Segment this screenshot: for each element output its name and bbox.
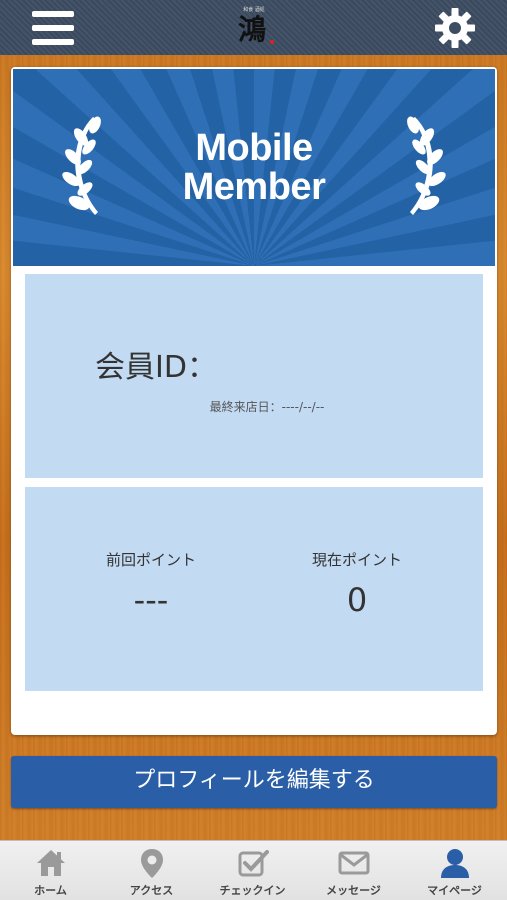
tab-checkin-label: チェックイン	[219, 884, 286, 897]
previous-points-value: ---	[133, 581, 169, 619]
map-pin-icon	[141, 849, 163, 878]
laurel-right-icon	[407, 116, 446, 215]
tab-home[interactable]: ホーム	[0, 841, 101, 900]
edit-profile-button[interactable]: プロフィールを編集する	[11, 756, 497, 808]
previous-points-label: 前回ポイント	[105, 551, 196, 569]
logo-main-text: 鴻	[238, 13, 267, 46]
hamburger-menu-icon[interactable]	[32, 11, 74, 45]
points-panel: 前回ポイント --- 現在ポイント 0	[25, 487, 483, 691]
home-icon	[37, 850, 65, 876]
tab-checkin[interactable]: チェックイン	[202, 841, 303, 900]
gear-icon[interactable]	[434, 7, 476, 49]
current-points: 現在ポイント 0	[257, 549, 457, 619]
tab-access[interactable]: アクセス	[101, 841, 202, 900]
user-icon	[441, 849, 469, 878]
tab-message-label: メッセージ	[326, 884, 381, 897]
tab-mypage[interactable]: マイページ	[404, 841, 505, 900]
app-header: 和食 酒処 鴻	[0, 0, 507, 55]
tab-access-label: アクセス	[129, 884, 174, 897]
tab-mypage-label: マイページ	[427, 884, 482, 897]
bottom-tab-bar: ホーム アクセス チェックイン メッセージ マイページ	[0, 840, 507, 900]
logo-seal-dot	[270, 40, 274, 44]
previous-points: 前回ポイント ---	[51, 549, 251, 619]
member-id-panel: 会員ID： 最終来店日：----/--/--	[25, 274, 483, 478]
checkin-icon	[238, 850, 269, 877]
current-points-value: 0	[346, 581, 368, 619]
tab-home-label: ホーム	[34, 884, 67, 897]
envelope-icon	[338, 851, 370, 875]
mobile-member-banner: Mobile Member	[13, 69, 495, 266]
member-card: Mobile Member 会員ID： 最終来店日：----/--/-- 前回ポ…	[11, 67, 497, 735]
current-points-label: 現在ポイント	[311, 551, 402, 569]
logo-subtext: 和食 酒処	[243, 7, 265, 13]
tab-message[interactable]: メッセージ	[303, 841, 404, 900]
last-visit-date: 最終来店日：----/--/--	[209, 400, 325, 414]
store-logo: 和食 酒処 鴻	[232, 6, 276, 48]
member-id-label: 会員ID：	[95, 350, 217, 385]
